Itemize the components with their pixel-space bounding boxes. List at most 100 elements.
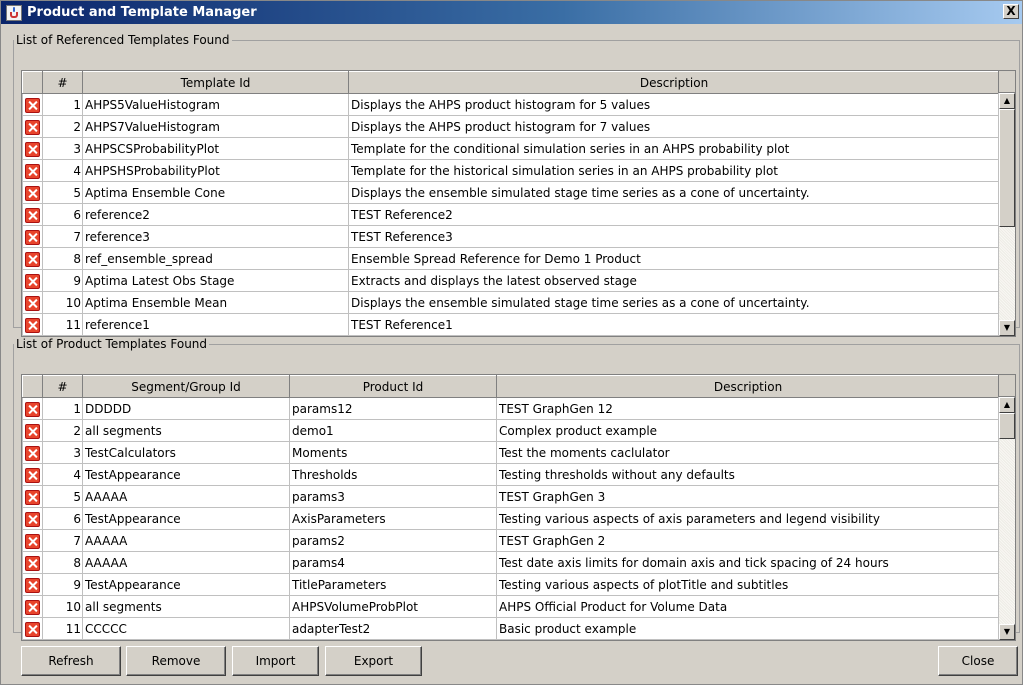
delete-cell[interactable] (22, 269, 43, 292)
row-number-cell[interactable]: 5 (42, 485, 83, 508)
delete-x-icon[interactable] (25, 296, 40, 311)
delete-cell[interactable] (22, 115, 43, 138)
row-number-cell[interactable]: 9 (42, 269, 83, 292)
delete-cell[interactable] (22, 181, 43, 204)
segment-group-id-cell[interactable]: TestAppearance (82, 573, 290, 596)
description-cell[interactable]: Complex product example (496, 419, 1000, 442)
product-id-cell[interactable]: Moments (289, 441, 497, 464)
row-number-cell[interactable]: 11 (42, 617, 83, 640)
table-row[interactable]: 1 AHPS5ValueHistogram Displays the AHPS pr… (22, 93, 1000, 116)
row-number-cell[interactable]: 8 (42, 247, 83, 270)
row-number-cell[interactable]: 1 (42, 397, 83, 420)
delete-cell[interactable] (22, 225, 43, 248)
description-cell[interactable]: Template for the conditional simulation … (348, 137, 1000, 160)
product-id-cell[interactable]: params3 (289, 485, 497, 508)
vertical-scrollbar[interactable]: ▲ ▼ (998, 397, 1015, 640)
delete-cell[interactable] (22, 203, 43, 226)
row-number-cell[interactable]: 11 (42, 313, 83, 336)
window-close-button[interactable]: X (1003, 4, 1019, 19)
segment-group-id-cell[interactable]: CCCCC (82, 617, 290, 640)
table-row[interactable]: 10 Aptima Ensemble Mean Displays the ensem… (22, 291, 1000, 314)
template-id-cell[interactable]: Aptima Latest Obs Stage (82, 269, 349, 292)
import-button[interactable]: Import (232, 646, 319, 676)
arrow-down-icon[interactable]: ▼ (999, 624, 1015, 640)
description-cell[interactable]: Displays the AHPS product histogram for … (348, 115, 1000, 138)
description-cell[interactable]: Test date axis limits for domain axis an… (496, 551, 1000, 574)
scrollbar-thumb[interactable] (999, 109, 1015, 227)
delete-cell[interactable] (22, 93, 43, 116)
delete-cell[interactable] (22, 313, 43, 336)
delete-x-icon[interactable] (25, 424, 40, 439)
table-row[interactable]: 1 DDDDD params12 TEST GraphGen 12 (22, 397, 1000, 420)
vertical-scrollbar[interactable]: ▲ ▼ (998, 93, 1015, 336)
template-id-cell[interactable]: AHPS7ValueHistogram (82, 115, 349, 138)
delete-x-icon[interactable] (25, 274, 40, 289)
column-header-description[interactable]: Description (348, 71, 1000, 94)
description-cell[interactable]: Template for the historical simulation s… (348, 159, 1000, 182)
delete-cell[interactable] (22, 573, 43, 596)
delete-x-icon[interactable] (25, 578, 40, 593)
segment-group-id-cell[interactable]: DDDDD (82, 397, 290, 420)
row-number-cell[interactable]: 7 (42, 529, 83, 552)
table-row[interactable]: 9 TestAppearance TitleParameters Testing va… (22, 573, 1000, 596)
product-id-cell[interactable]: demo1 (289, 419, 497, 442)
description-cell[interactable]: Testing various aspects of axis paramete… (496, 507, 1000, 530)
product-id-cell[interactable]: Thresholds (289, 463, 497, 486)
row-number-cell[interactable]: 2 (42, 115, 83, 138)
delete-cell[interactable] (22, 617, 43, 640)
refresh-button[interactable]: Refresh (21, 646, 121, 676)
row-number-cell[interactable]: 6 (42, 507, 83, 530)
description-cell[interactable]: Extracts and displays the latest observe… (348, 269, 1000, 292)
table-row[interactable]: 5 Aptima Ensemble Cone Displays the ensemb… (22, 181, 1000, 204)
description-cell[interactable]: Ensemble Spread Reference for Demo 1 Pro… (348, 247, 1000, 270)
product-id-cell[interactable]: AHPSVolumeProbPlot (289, 595, 497, 618)
table-row[interactable]: 8 AAAAA params4 Test date axis limits for d… (22, 551, 1000, 574)
table-row[interactable]: 2 all segments demo1 Complex product exampl… (22, 419, 1000, 442)
description-cell[interactable]: Basic product example (496, 617, 1000, 640)
column-header-description[interactable]: Description (496, 375, 1000, 398)
description-cell[interactable]: Displays the ensemble simulated stage ti… (348, 181, 1000, 204)
template-id-cell[interactable]: reference3 (82, 225, 349, 248)
delete-x-icon[interactable] (25, 120, 40, 135)
description-cell[interactable]: TEST GraphGen 3 (496, 485, 1000, 508)
export-button[interactable]: Export (325, 646, 422, 676)
template-id-cell[interactable]: ref_ensemble_spread (82, 247, 349, 270)
delete-x-icon[interactable] (25, 208, 40, 223)
segment-group-id-cell[interactable]: AAAAA (82, 485, 290, 508)
template-id-cell[interactable]: Aptima Ensemble Cone (82, 181, 349, 204)
description-cell[interactable]: Displays the AHPS product histogram for … (348, 93, 1000, 116)
delete-x-icon[interactable] (25, 512, 40, 527)
delete-x-icon[interactable] (25, 230, 40, 245)
row-number-cell[interactable]: 5 (42, 181, 83, 204)
product-id-cell[interactable]: TitleParameters (289, 573, 497, 596)
delete-x-icon[interactable] (25, 318, 40, 333)
delete-x-icon[interactable] (25, 622, 40, 637)
delete-cell[interactable] (22, 137, 43, 160)
table-row[interactable]: 2 AHPS7ValueHistogram Displays the AHPS pr… (22, 115, 1000, 138)
table-row[interactable]: 9 Aptima Latest Obs Stage Extracts and dis… (22, 269, 1000, 292)
description-cell[interactable]: TEST GraphGen 12 (496, 397, 1000, 420)
table-row[interactable]: 11 reference1 TEST Reference1 (22, 313, 1000, 336)
product-id-cell[interactable]: params4 (289, 551, 497, 574)
arrow-down-icon[interactable]: ▼ (999, 320, 1015, 336)
table-row[interactable]: 3 AHPSCSProbabilityPlot Template for the c… (22, 137, 1000, 160)
row-number-cell[interactable]: 3 (42, 137, 83, 160)
segment-group-id-cell[interactable]: all segments (82, 419, 290, 442)
segment-group-id-cell[interactable]: TestAppearance (82, 507, 290, 530)
table-row[interactable]: 6 TestAppearance AxisParameters Testing var… (22, 507, 1000, 530)
table-row[interactable]: 11 CCCCC adapterTest2 Basic product example (22, 617, 1000, 640)
delete-x-icon[interactable] (25, 600, 40, 615)
template-id-cell[interactable]: Aptima Ensemble Mean (82, 291, 349, 314)
delete-x-icon[interactable] (25, 142, 40, 157)
arrow-up-icon[interactable]: ▲ (999, 397, 1015, 413)
segment-group-id-cell[interactable]: AAAAA (82, 551, 290, 574)
template-id-cell[interactable]: AHPSHSProbabilityPlot (82, 159, 349, 182)
delete-cell[interactable] (22, 441, 43, 464)
segment-group-id-cell[interactable]: AAAAA (82, 529, 290, 552)
description-cell[interactable]: Displays the ensemble simulated stage ti… (348, 291, 1000, 314)
row-number-cell[interactable]: 7 (42, 225, 83, 248)
delete-x-icon[interactable] (25, 490, 40, 505)
product-id-cell[interactable]: params2 (289, 529, 497, 552)
delete-x-icon[interactable] (25, 556, 40, 571)
description-cell[interactable]: TEST Reference3 (348, 225, 1000, 248)
